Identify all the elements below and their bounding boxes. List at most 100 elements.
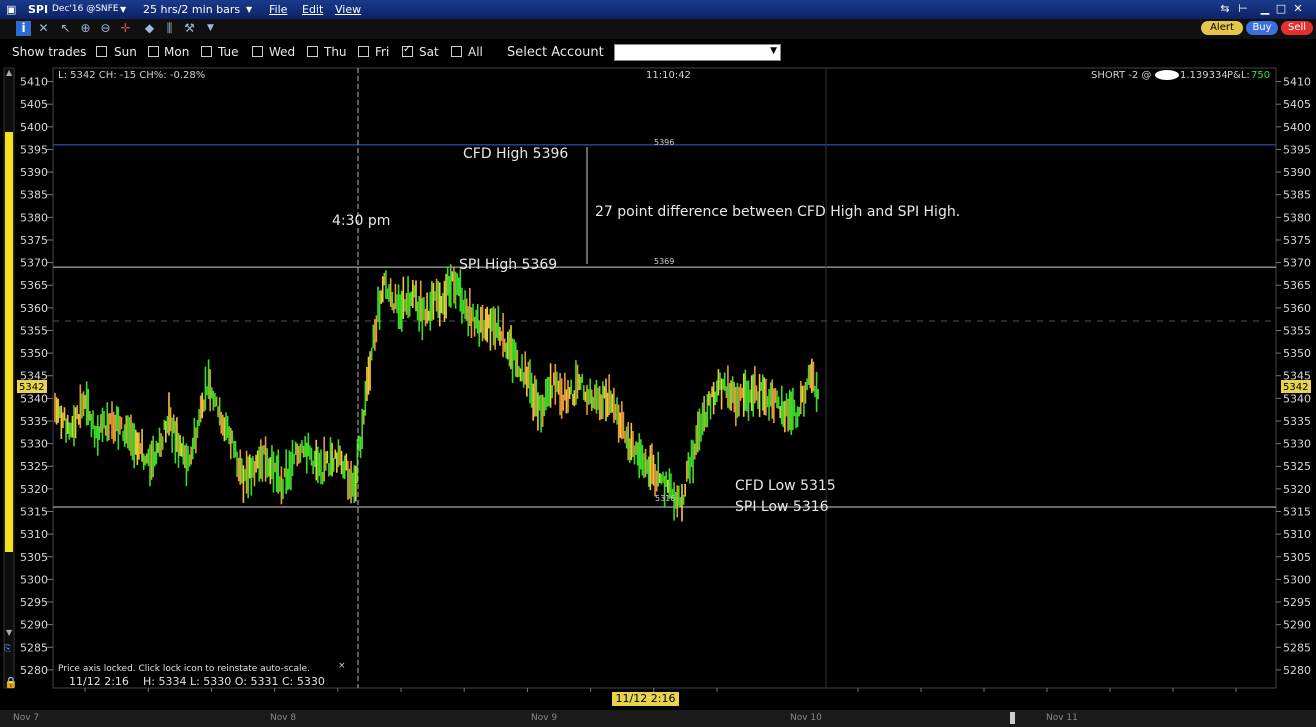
current-price-left: 5342 <box>19 382 44 393</box>
position-info: SHORT -2 @ <box>1091 70 1151 81</box>
checkbox-sun[interactable] <box>96 46 107 57</box>
scroll-up-icon[interactable]: ▲ <box>6 68 13 77</box>
y-tick-label: 5300 <box>1283 573 1311 586</box>
menu-edit[interactable]: Edit <box>302 3 323 16</box>
y-tick-label: 5290 <box>1283 619 1311 632</box>
cfd-low-label: CFD Low 5315 <box>735 478 836 494</box>
chart-area[interactable]: ▲ ▼ ⎘ 🔒 5280 5285 5290 5295 5300 5305 5310 5315… <box>0 66 1316 707</box>
y-tick-label: 5355 <box>20 324 48 337</box>
wrench-icon[interactable]: ⚒ <box>182 21 197 36</box>
menu-view[interactable]: View <box>335 3 361 16</box>
checkbox-wed[interactable] <box>252 46 263 57</box>
level-tag-5396: 5396 <box>654 138 674 147</box>
y-tick-label: 5300 <box>20 573 48 586</box>
y-tick-label: 5340 <box>1283 392 1311 405</box>
split-icon[interactable]: ◆ <box>142 21 157 36</box>
period-chevron-icon[interactable]: ▼ <box>246 5 252 14</box>
period-selector[interactable]: 25 hrs/2 min bars <box>143 3 240 16</box>
y-tick-label: 5380 <box>1283 211 1311 224</box>
y-tick-label: 5305 <box>1283 551 1311 564</box>
checkbox-tue[interactable] <box>201 46 212 57</box>
minimize-icon[interactable]: ▁ <box>1258 2 1272 16</box>
account-select[interactable]: ▼ <box>614 44 781 61</box>
lock-icon[interactable]: 🔒 <box>4 676 18 689</box>
level-tag-5316: 5316 <box>655 494 675 503</box>
symbol-label[interactable]: SPI <box>28 3 48 16</box>
redacted-mark <box>1155 70 1179 80</box>
y-tick-label: 5400 <box>1283 121 1311 134</box>
y-tick-label: 5410 <box>1283 76 1311 89</box>
checkbox-sun-label: Sun <box>114 45 137 59</box>
y-tick-label: 5385 <box>20 189 48 202</box>
date-nov11: Nov 11 <box>1046 713 1078 723</box>
crosshair-time: 11:10:42 <box>646 70 691 81</box>
checkbox-all[interactable] <box>451 46 462 57</box>
checkbox-mon[interactable] <box>148 46 159 57</box>
y-tick-label: 5295 <box>1283 596 1311 609</box>
buy-button[interactable]: Buy <box>1246 21 1278 35</box>
select-account-label: Select Account <box>507 45 604 60</box>
y-tick-label: 5280 <box>1283 664 1311 677</box>
bar-info-time: 11/12 2:16 <box>69 675 129 688</box>
checkbox-tue-label: Tue <box>218 45 239 59</box>
account-chevron-icon[interactable]: ▼ <box>770 46 777 56</box>
cursor-icon[interactable]: ✕ <box>36 21 51 36</box>
y-tick-label: 5380 <box>20 211 48 224</box>
y-tick-label: 5365 <box>20 279 48 292</box>
checkbox-sat-label: Sat <box>419 45 439 59</box>
y-tick-label: 5320 <box>20 483 48 496</box>
spi-low-label: SPI Low 5316 <box>735 499 829 515</box>
y-tick-label: 5360 <box>20 302 48 315</box>
sell-button[interactable]: Sell <box>1281 21 1313 35</box>
contract-selector[interactable]: Dec'16 @SNFE <box>52 4 119 14</box>
spi-high-label: SPI High 5369 <box>459 257 557 273</box>
scroll-down-icon[interactable]: ▼ <box>6 628 13 637</box>
pin-icon[interactable]: ⊢ <box>1236 2 1250 16</box>
y-tick-label: 5385 <box>1283 189 1311 202</box>
y-tick-label: 5370 <box>1283 257 1311 270</box>
pnl-value: 750 <box>1251 70 1270 81</box>
y-tick-label: 5285 <box>1283 641 1311 654</box>
y-tick-label: 5310 <box>1283 528 1311 541</box>
checkbox-all-label: All <box>468 45 483 59</box>
menu-file[interactable]: File <box>269 3 287 16</box>
y-tick-label: 5315 <box>20 506 48 519</box>
alert-button[interactable]: Alert <box>1201 21 1243 35</box>
y-tick-label: 5390 <box>1283 166 1311 179</box>
price-lock-icon[interactable]: ⎘ <box>4 644 11 654</box>
pointer-icon[interactable]: ↖ <box>58 21 73 36</box>
y-tick-label: 5375 <box>20 234 48 247</box>
y-tick-label: 5335 <box>20 415 48 428</box>
date-nov7: Nov 7 <box>13 713 40 723</box>
checkbox-thu[interactable] <box>307 46 318 57</box>
more-icon[interactable]: ▼ <box>203 21 218 36</box>
checkbox-sat[interactable] <box>402 44 413 57</box>
y-tick-label: 5320 <box>1283 483 1311 496</box>
current-price-right: 5342 <box>1283 382 1308 393</box>
last-price-info: L: 5342 CH: -15 CH%: -0.28% <box>58 70 205 81</box>
bars-icon[interactable]: ⫼ <box>162 21 177 36</box>
checkbox-fri[interactable] <box>358 46 369 57</box>
link-icon[interactable]: ⇆ <box>1218 2 1232 16</box>
price-chart[interactable]: ▲ ▼ ⎘ 🔒 5280 5285 5290 5295 5300 5305 5310 5315… <box>0 66 1316 707</box>
scroll-thumb[interactable] <box>5 132 13 552</box>
y-tick-label: 5390 <box>20 166 48 179</box>
cursor-time-label: 11/12 2:16 <box>612 692 679 706</box>
price-locked-close-icon[interactable]: × <box>338 661 346 671</box>
close-icon[interactable]: ✕ <box>1291 2 1305 16</box>
y-tick-label: 5365 <box>1283 279 1311 292</box>
maximize-icon[interactable]: □ <box>1274 2 1288 16</box>
checkbox-thu-label: Thu <box>324 45 347 59</box>
zoom-in-icon[interactable]: ⊕ <box>78 21 93 36</box>
level-tag-5369: 5369 <box>654 257 674 266</box>
show-trades-row: Show trades Sun Mon Tue Wed Thu Fri Sat … <box>0 40 1316 66</box>
y-tick-label: 5395 <box>1283 143 1311 156</box>
y-tick-label: 5340 <box>20 392 48 405</box>
date-scroll-thumb[interactable] <box>1010 712 1015 724</box>
y-tick-label: 5325 <box>1283 460 1311 473</box>
crosshair-icon[interactable]: ✛ <box>118 21 133 36</box>
info-icon[interactable]: i <box>16 21 31 36</box>
contract-chevron-icon[interactable]: ▼ <box>120 5 126 14</box>
zoom-out-icon[interactable]: ⊖ <box>98 21 113 36</box>
date-scrollbar[interactable]: Nov 7 Nov 8 Nov 9 Nov 10 Nov 11 <box>0 710 1316 727</box>
